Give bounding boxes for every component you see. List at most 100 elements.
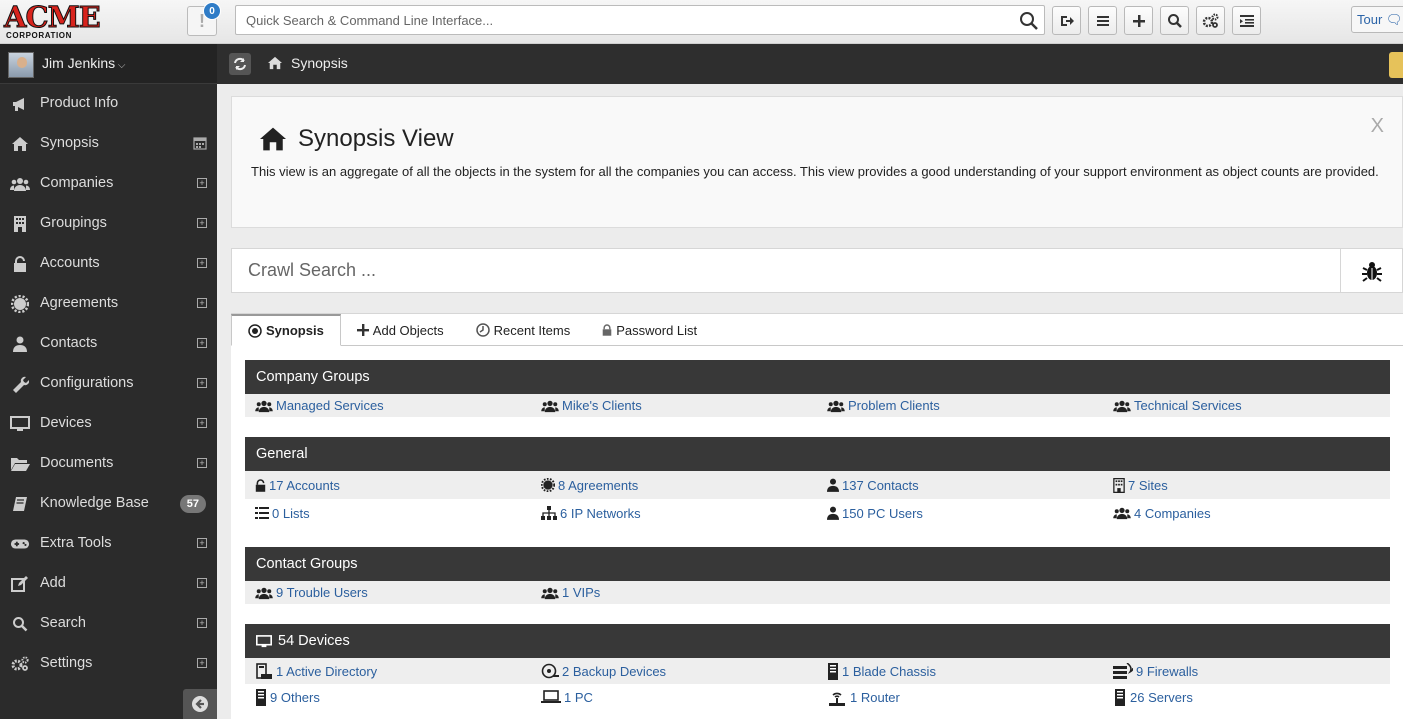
add-button[interactable] bbox=[1124, 6, 1153, 35]
list-item: 0 Lists bbox=[245, 499, 531, 527]
sidebar-item-product-info[interactable]: Product Info bbox=[0, 84, 217, 124]
sidebar-item-search[interactable]: Search + bbox=[0, 604, 217, 644]
expand-icon[interactable]: + bbox=[197, 218, 207, 228]
sites-link[interactable]: 7 Sites bbox=[1128, 478, 1168, 493]
user-name[interactable]: Jim Jenkins ⌵ bbox=[42, 55, 126, 71]
company-group-link[interactable]: Technical Services bbox=[1134, 398, 1242, 413]
calendar-icon[interactable] bbox=[193, 136, 207, 154]
breadcrumb-bar: Synopsis bbox=[217, 44, 1403, 84]
device-type-link[interactable]: 1 Active Directory bbox=[276, 664, 377, 679]
agreements-link[interactable]: 8 Agreements bbox=[558, 478, 638, 493]
device-type-link[interactable]: 26 Servers bbox=[1130, 690, 1193, 705]
list-icon bbox=[255, 507, 269, 519]
accounts-link[interactable]: 17 Accounts bbox=[269, 478, 340, 493]
section-contact-groups: Contact Groups 9 Trouble Users 1 VIPs bbox=[245, 547, 1390, 604]
notification-badge: 0 bbox=[203, 2, 221, 20]
contact-group-link[interactable]: 1 VIPs bbox=[562, 585, 600, 600]
expand-icon[interactable]: + bbox=[197, 418, 207, 428]
device-type-link[interactable]: 1 Router bbox=[850, 690, 900, 705]
sidebar-item-add[interactable]: Add + bbox=[0, 564, 217, 604]
breadcrumb[interactable]: Synopsis bbox=[267, 55, 348, 71]
expand-icon[interactable]: + bbox=[197, 658, 207, 668]
ip-networks-link[interactable]: 6 IP Networks bbox=[560, 506, 641, 521]
tab-synopsis[interactable]: Synopsis bbox=[231, 314, 341, 346]
device-type-link[interactable]: 1 PC bbox=[564, 690, 593, 705]
device-type-link[interactable]: 1 Blade Chassis bbox=[842, 664, 936, 679]
search-button[interactable] bbox=[1160, 6, 1189, 35]
crawl-search-input[interactable] bbox=[232, 249, 1332, 292]
plus-icon bbox=[356, 324, 369, 336]
company-group-link[interactable]: Managed Services bbox=[276, 398, 384, 413]
device-type-link[interactable]: 2 Backup Devices bbox=[562, 664, 666, 679]
laptop-icon bbox=[541, 690, 561, 703]
sidebar-item-configurations[interactable]: Configurations + bbox=[0, 364, 217, 404]
menu-button[interactable] bbox=[1088, 6, 1117, 35]
notifications-button[interactable]: ! 0 bbox=[187, 2, 221, 36]
sidebar: Jim Jenkins ⌵ Product Info Synopsis Comp… bbox=[0, 44, 217, 719]
expand-icon[interactable]: + bbox=[197, 458, 207, 468]
sidebar-item-accounts[interactable]: Accounts + bbox=[0, 244, 217, 284]
lists-link[interactable]: 0 Lists bbox=[272, 506, 310, 521]
firewall-icon bbox=[1113, 663, 1133, 679]
sidebar-item-documents[interactable]: Documents + bbox=[0, 444, 217, 484]
section-general: General 17 Accounts 8 Agreements 137 Con… bbox=[245, 437, 1390, 527]
pc-users-link[interactable]: 150 PC Users bbox=[842, 506, 923, 521]
expand-icon[interactable]: + bbox=[197, 258, 207, 268]
home-icon bbox=[268, 56, 282, 70]
expand-icon[interactable]: + bbox=[197, 338, 207, 348]
sidebar-item-synopsis[interactable]: Synopsis bbox=[0, 124, 217, 164]
book-icon bbox=[10, 495, 30, 513]
bug-button[interactable] bbox=[1340, 249, 1402, 292]
settings-button[interactable] bbox=[1196, 6, 1225, 35]
sidebar-item-label: Settings bbox=[40, 655, 93, 671]
folder-icon bbox=[10, 455, 30, 473]
expand-icon[interactable]: + bbox=[197, 378, 207, 388]
sidebar-item-agreements[interactable]: Agreements + bbox=[0, 284, 217, 324]
collapse-sidebar-button[interactable] bbox=[183, 689, 217, 719]
device-type-link[interactable]: 9 Others bbox=[270, 690, 320, 705]
page-settings-tab[interactable] bbox=[1389, 52, 1403, 78]
list-item: 1 Blade Chassis bbox=[817, 658, 1103, 684]
plus-icon bbox=[1132, 14, 1145, 27]
user-name-label: Jim Jenkins bbox=[42, 55, 116, 71]
sidebar-item-knowledge-base[interactable]: Knowledge Base 57 bbox=[0, 484, 217, 524]
sidebar-item-devices[interactable]: Devices + bbox=[0, 404, 217, 444]
companies-link[interactable]: 4 Companies bbox=[1134, 506, 1211, 521]
magnifier-icon bbox=[1167, 13, 1182, 28]
sidebar-item-settings[interactable]: Settings + bbox=[0, 644, 217, 684]
user-menu[interactable]: Jim Jenkins ⌵ bbox=[0, 44, 217, 84]
company-group-link[interactable]: Mike's Clients bbox=[562, 398, 642, 413]
expand-icon[interactable]: + bbox=[197, 298, 207, 308]
page-title-text: Synopsis View bbox=[298, 125, 454, 152]
gamepad-icon bbox=[10, 535, 30, 553]
list-toggle-button[interactable] bbox=[1232, 6, 1261, 35]
quick-search-input[interactable] bbox=[236, 6, 1006, 34]
expand-icon[interactable]: + bbox=[197, 578, 207, 588]
refresh-button[interactable] bbox=[229, 53, 251, 75]
sidebar-item-contacts[interactable]: Contacts + bbox=[0, 324, 217, 364]
tab-add-objects[interactable]: Add Objects bbox=[341, 314, 460, 346]
tour-button[interactable]: Tour 🗨 bbox=[1351, 6, 1403, 33]
device-type-link[interactable]: 9 Firewalls bbox=[1136, 664, 1198, 679]
tab-password-list[interactable]: Password List bbox=[586, 314, 713, 346]
contacts-link[interactable]: 137 Contacts bbox=[842, 478, 919, 493]
close-panel-button[interactable]: X bbox=[1371, 115, 1384, 138]
sidebar-item-groupings[interactable]: Groupings + bbox=[0, 204, 217, 244]
expand-icon[interactable]: + bbox=[197, 538, 207, 548]
list-row: 17 Accounts 8 Agreements 137 Contacts 7 … bbox=[245, 471, 1390, 499]
acme-logo[interactable]: ACME CORPORATION bbox=[4, 0, 102, 42]
sidebar-item-label: Product Info bbox=[40, 95, 119, 111]
tab-recent-items[interactable]: Recent Items bbox=[460, 314, 587, 346]
sidebar-item-extra-tools[interactable]: Extra Tools + bbox=[0, 524, 217, 564]
expand-icon[interactable]: + bbox=[197, 178, 207, 188]
breadcrumb-label: Synopsis bbox=[291, 55, 348, 71]
contact-group-link[interactable]: 9 Trouble Users bbox=[276, 585, 368, 600]
search-icon[interactable] bbox=[1018, 10, 1040, 32]
expand-icon[interactable]: + bbox=[197, 618, 207, 628]
count-badge: 57 bbox=[179, 495, 206, 513]
logout-button[interactable] bbox=[1052, 6, 1081, 35]
tab-bar: Synopsis Add Objects Recent Items Passwo… bbox=[231, 314, 1403, 346]
user-icon bbox=[827, 506, 839, 520]
sidebar-item-companies[interactable]: Companies + bbox=[0, 164, 217, 204]
company-group-link[interactable]: Problem Clients bbox=[848, 398, 940, 413]
